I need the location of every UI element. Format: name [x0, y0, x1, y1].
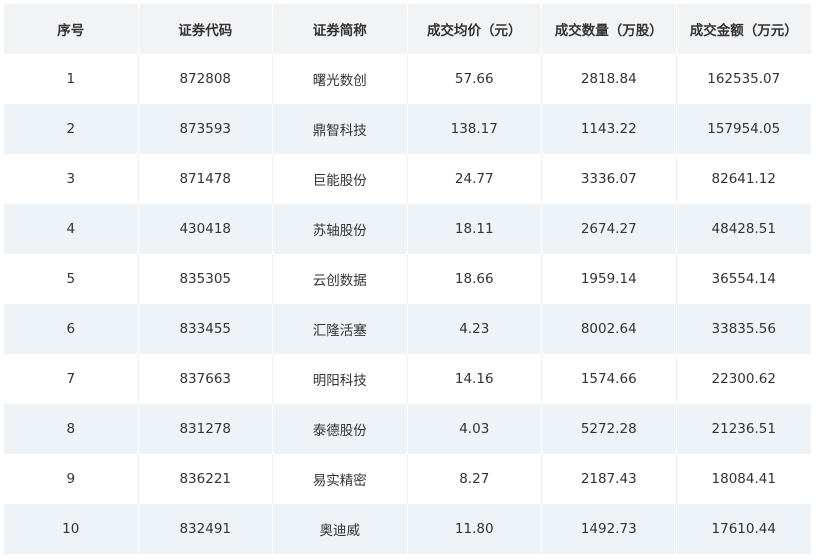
table-row: 2 873593 鼎智科技 138.17 1143.22 157954.05 [4, 104, 811, 154]
cell-index: 6 [4, 304, 139, 354]
cell-security-name: 明阳科技 [273, 354, 408, 404]
table-row: 9 836221 易实精密 8.27 2187.43 18084.41 [4, 454, 811, 504]
table-row: 5 835305 云创数据 18.66 1959.14 36554.14 [4, 254, 811, 304]
cell-volume: 1492.73 [542, 504, 677, 554]
cell-security-code: 835305 [138, 254, 273, 304]
cell-security-name: 苏轴股份 [273, 204, 408, 254]
header-security-name: 证券简称 [273, 4, 408, 54]
cell-security-code: 873593 [138, 104, 273, 154]
cell-volume: 1574.66 [542, 354, 677, 404]
cell-security-name: 奥迪威 [273, 504, 408, 554]
header-avg-price: 成交均价（元） [407, 4, 542, 54]
cell-volume: 8002.64 [542, 304, 677, 354]
cell-amount: 21236.51 [676, 404, 811, 454]
cell-index: 4 [4, 204, 139, 254]
cell-amount: 157954.05 [676, 104, 811, 154]
cell-volume: 2187.43 [542, 454, 677, 504]
cell-amount: 22300.62 [676, 354, 811, 404]
table-row: 1 872808 曙光数创 57.66 2818.84 162535.07 [4, 54, 811, 104]
cell-avg-price: 4.03 [407, 404, 542, 454]
cell-amount: 36554.14 [676, 254, 811, 304]
table-row: 8 831278 泰德股份 4.03 5272.28 21236.51 [4, 404, 811, 454]
cell-security-code: 833455 [138, 304, 273, 354]
cell-security-code: 836221 [138, 454, 273, 504]
header-index: 序号 [4, 4, 139, 54]
trading-table: 序号 证券代码 证券简称 成交均价（元） 成交数量（万股） 成交金额（万元） 1… [4, 4, 811, 554]
cell-index: 3 [4, 154, 139, 204]
cell-security-code: 872808 [138, 54, 273, 104]
cell-security-name: 汇隆活塞 [273, 304, 408, 354]
table-header-row: 序号 证券代码 证券简称 成交均价（元） 成交数量（万股） 成交金额（万元） [4, 4, 811, 54]
header-volume: 成交数量（万股） [542, 4, 677, 54]
cell-avg-price: 18.11 [407, 204, 542, 254]
cell-index: 10 [4, 504, 139, 554]
cell-index: 7 [4, 354, 139, 404]
cell-avg-price: 14.16 [407, 354, 542, 404]
cell-amount: 82641.12 [676, 154, 811, 204]
cell-volume: 1959.14 [542, 254, 677, 304]
cell-volume: 2674.27 [542, 204, 677, 254]
cell-avg-price: 18.66 [407, 254, 542, 304]
cell-security-name: 泰德股份 [273, 404, 408, 454]
cell-amount: 48428.51 [676, 204, 811, 254]
cell-volume: 3336.07 [542, 154, 677, 204]
cell-security-code: 430418 [138, 204, 273, 254]
cell-security-code: 832491 [138, 504, 273, 554]
cell-security-name: 巨能股份 [273, 154, 408, 204]
table-row: 7 837663 明阳科技 14.16 1574.66 22300.62 [4, 354, 811, 404]
table-row: 4 430418 苏轴股份 18.11 2674.27 48428.51 [4, 204, 811, 254]
cell-avg-price: 4.23 [407, 304, 542, 354]
cell-avg-price: 57.66 [407, 54, 542, 104]
header-amount: 成交金额（万元） [676, 4, 811, 54]
cell-volume: 1143.22 [542, 104, 677, 154]
cell-index: 1 [4, 54, 139, 104]
cell-security-code: 831278 [138, 404, 273, 454]
table-row: 3 871478 巨能股份 24.77 3336.07 82641.12 [4, 154, 811, 204]
cell-security-code: 837663 [138, 354, 273, 404]
cell-security-name: 云创数据 [273, 254, 408, 304]
table-row: 10 832491 奥迪威 11.80 1492.73 17610.44 [4, 504, 811, 554]
cell-avg-price: 11.80 [407, 504, 542, 554]
cell-index: 5 [4, 254, 139, 304]
table-row: 6 833455 汇隆活塞 4.23 8002.64 33835.56 [4, 304, 811, 354]
cell-index: 8 [4, 404, 139, 454]
cell-security-name: 曙光数创 [273, 54, 408, 104]
cell-amount: 33835.56 [676, 304, 811, 354]
cell-index: 2 [4, 104, 139, 154]
cell-security-name: 鼎智科技 [273, 104, 408, 154]
cell-avg-price: 138.17 [407, 104, 542, 154]
cell-index: 9 [4, 454, 139, 504]
cell-volume: 5272.28 [542, 404, 677, 454]
cell-security-name: 易实精密 [273, 454, 408, 504]
cell-volume: 2818.84 [542, 54, 677, 104]
header-security-code: 证券代码 [138, 4, 273, 54]
cell-amount: 17610.44 [676, 504, 811, 554]
cell-amount: 18084.41 [676, 454, 811, 504]
cell-avg-price: 24.77 [407, 154, 542, 204]
cell-security-code: 871478 [138, 154, 273, 204]
cell-avg-price: 8.27 [407, 454, 542, 504]
cell-amount: 162535.07 [676, 54, 811, 104]
